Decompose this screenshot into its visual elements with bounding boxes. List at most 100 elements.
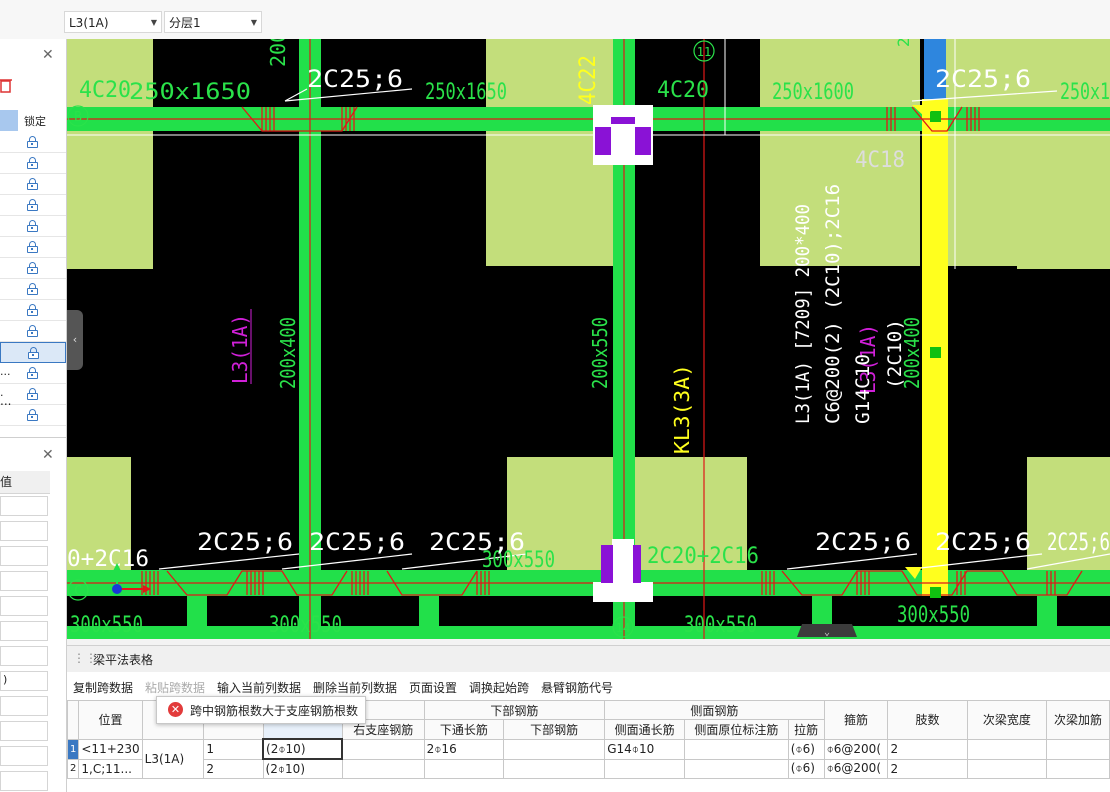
lock-icon[interactable] [27,283,38,295]
layer-row[interactable] [0,132,66,153]
lock-icon[interactable] [27,136,38,148]
layer-row[interactable] [0,300,66,321]
cell-secondary-add[interactable] [1046,758,1110,779]
table-row[interactable]: 1 <11+230 L3(1A) 1 (2⌽10) 2⌽16 G14⌽10 (⌽… [66,738,1110,779]
side-collapse-tab[interactable]: ‹ [67,310,83,370]
table-row[interactable]: 2 1,C;11... 2 (2⌽10) (⌽6) ⌽6@200( 2 [66,758,1110,779]
layer-row[interactable] [0,195,66,216]
canvas-label: 2C25;6 [197,528,293,556]
lock-icon[interactable] [27,178,38,190]
cell-side-mark[interactable] [683,758,789,779]
property-value-field[interactable] [0,521,48,541]
property-value-field[interactable] [0,496,48,516]
cell-span[interactable]: 2 [203,758,264,779]
element-combo[interactable]: L3(1A) ▼ [64,11,162,33]
layer-row[interactable] [0,279,66,300]
lock-icon[interactable] [27,388,38,400]
canvas-label: 2C25;6 [307,65,403,93]
layer-row[interactable] [0,216,66,237]
property-value-field[interactable] [0,696,48,716]
delete-icon[interactable] [0,77,12,93]
lock-icon[interactable] [27,304,38,316]
cell-legs[interactable]: 2 [887,738,968,760]
lock-icon[interactable] [27,157,38,169]
delete-column-button[interactable]: 删除当前列数据 [313,679,397,696]
cell-position[interactable]: <11+230 [78,738,143,760]
layer-row[interactable] [0,174,66,195]
lock-icon[interactable] [27,325,38,337]
property-value-field[interactable] [0,546,48,566]
layer-row[interactable] [0,258,66,279]
layer-combo-value: 分层1 [169,16,201,30]
input-column-button[interactable]: 输入当前列数据 [217,679,301,696]
lock-icon[interactable] [27,367,38,379]
column-lower [612,539,634,584]
property-value-field[interactable] [0,571,48,591]
drawing-canvas[interactable]: B C 11 14 250x1650 250x1650 250x1600 250… [67,39,1110,639]
cell-tie[interactable]: (⌽6) [787,738,825,760]
cell-tie[interactable]: (⌽6) [787,758,825,779]
close-icon[interactable]: ✕ [42,447,54,463]
property-value-field[interactable] [0,721,48,741]
cantilever-code-button[interactable]: 悬臂钢筋代号 [541,679,613,696]
col-header-legs: 肢数 [887,700,968,740]
property-value-field[interactable] [0,621,48,641]
cell-bottom[interactable] [503,758,606,779]
paste-span-button[interactable]: 粘贴跨数据 [145,679,205,696]
lock-column-header: 锁定 [24,115,46,128]
property-value-field[interactable] [0,596,48,616]
col-header-bottom: 下部钢筋 [503,719,606,740]
cell-bottom-through[interactable]: 2⌽16 [423,738,505,760]
cell-stirrup[interactable]: ⌽6@200( [823,758,889,779]
lock-icon[interactable] [27,241,38,253]
layer-row[interactable] [0,321,66,342]
cell-beam-name[interactable]: L3(1A) [141,738,205,779]
canvas-label: L3(1A) [7209] 200*400 [792,204,814,424]
lock-icon[interactable] [27,409,38,421]
cell-mid-rebar[interactable]: (2⌽10) [262,738,344,760]
cell-right-support[interactable] [341,758,425,779]
property-value-field[interactable] [0,646,48,666]
swap-start-span-button[interactable]: 调换起始跨 [469,679,529,696]
left-panel: ✕ 锁定 .... ... ✕ 值 ) [0,39,67,792]
collapse-panel-tab[interactable]: ⌄ [797,624,857,638]
lock-icon[interactable] [28,347,39,359]
close-icon[interactable]: ✕ [42,47,54,63]
cell-position[interactable]: 1,C;11... [78,758,143,779]
cell-legs[interactable]: 2 [887,758,968,779]
property-value-field[interactable]: ) [0,671,48,691]
cell-mid-rebar[interactable]: (2⌽10) [262,758,343,779]
layer-row[interactable] [0,405,66,426]
lock-icon[interactable] [27,262,38,274]
canvas-label: KL3(3A) [670,364,694,454]
layer-row[interactable] [0,237,66,258]
layer-row[interactable] [0,153,66,174]
property-value-field[interactable] [0,771,48,791]
cell-secondary-width[interactable] [966,758,1048,779]
toolbar: L3(1A) ▼ 分层1 ▼ [0,7,1110,40]
copy-span-button[interactable]: 复制跨数据 [73,679,133,696]
cell-span[interactable]: 1 [203,738,264,760]
canvas-label: C [74,584,82,599]
cell-stirrup[interactable]: ⌽6@200( [823,738,889,760]
cell-bottom-through[interactable] [423,758,505,779]
cell-secondary-width[interactable] [966,738,1048,760]
property-value-field[interactable] [0,746,48,766]
lock-icon[interactable] [27,220,38,232]
lock-icon[interactable] [27,199,38,211]
canvas-label: 2C25;6 [935,65,1031,93]
cell-side-through[interactable]: G14⌽10 [604,738,685,760]
axis-label: B [74,110,82,125]
cell-bottom[interactable] [503,738,606,760]
page-setup-button[interactable]: 页面设置 [409,679,457,696]
layer-row[interactable] [0,342,66,363]
canvas-label: 2C20+2C16 [647,544,759,569]
cell-secondary-add[interactable] [1046,738,1110,760]
layer-combo[interactable]: 分层1 ▼ [164,11,262,33]
canvas-label: 4C20 [657,78,709,103]
slab-region [67,39,153,269]
cell-side-through[interactable] [604,758,685,779]
cell-right-support[interactable] [341,738,425,760]
cell-side-mark[interactable] [683,738,789,760]
canvas-label: 11 [697,45,711,59]
